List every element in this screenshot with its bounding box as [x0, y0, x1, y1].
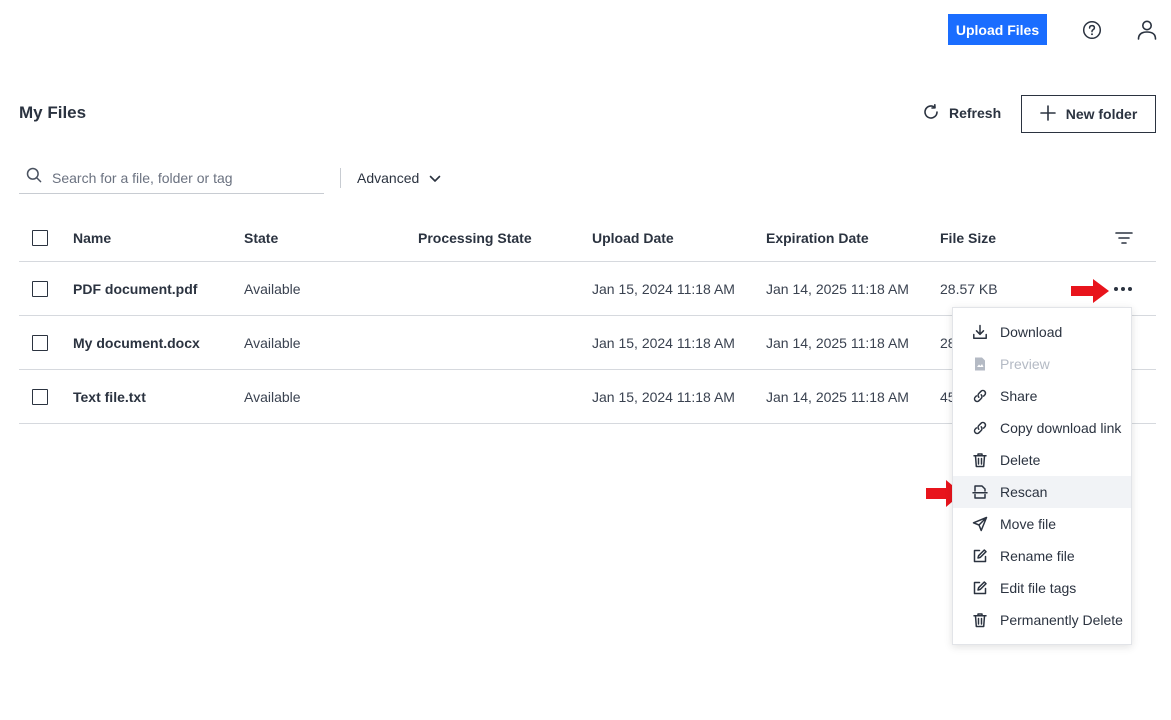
- trash-icon: [973, 453, 987, 468]
- upload-files-button[interactable]: Upload Files: [948, 14, 1047, 45]
- scan-icon: [972, 485, 988, 499]
- column-header-expiration-date[interactable]: Expiration Date: [766, 214, 869, 261]
- search-icon: [26, 167, 42, 188]
- column-header-name[interactable]: Name: [73, 214, 111, 261]
- menu-item-permanently-delete[interactable]: Permanently Delete: [953, 604, 1131, 636]
- menu-item-label: Edit file tags: [1000, 580, 1077, 596]
- user-icon[interactable]: [1136, 19, 1158, 41]
- row-checkbox[interactable]: [32, 334, 48, 351]
- plus-icon: [1039, 104, 1056, 124]
- menu-item-edit-file-tags[interactable]: Edit file tags: [953, 572, 1131, 604]
- file-state: Available: [244, 388, 301, 405]
- search-input[interactable]: [52, 169, 312, 186]
- edit-icon: [973, 581, 987, 595]
- file-name[interactable]: PDF document.pdf: [73, 262, 197, 315]
- send-icon: [972, 516, 988, 532]
- column-header-state[interactable]: State: [244, 214, 278, 261]
- table-header: Name State Processing State Upload Date …: [19, 214, 1156, 262]
- file-expiration-date: Jan 14, 2025 11:18 AM: [766, 388, 909, 405]
- file-preview-icon: [975, 357, 985, 371]
- column-header-upload-date[interactable]: Upload Date: [592, 214, 674, 261]
- menu-item-label: Preview: [1000, 356, 1050, 372]
- menu-item-delete[interactable]: Delete: [953, 444, 1131, 476]
- link-icon: [973, 389, 987, 403]
- file-upload-date: Jan 15, 2024 11:18 AM: [592, 280, 735, 297]
- menu-item-preview[interactable]: Preview: [953, 348, 1131, 380]
- file-expiration-date: Jan 14, 2025 11:18 AM: [766, 280, 909, 297]
- menu-item-label: Copy download link: [1000, 420, 1122, 436]
- page-title: My Files: [19, 103, 87, 122]
- file-state: Available: [244, 280, 301, 297]
- file-context-menu: Download Preview Share Copy download lin…: [952, 307, 1132, 645]
- menu-item-move-file[interactable]: Move file: [953, 508, 1131, 540]
- file-manager-page: Upload Files My Files Refresh New folder…: [0, 0, 1171, 720]
- refresh-label: Refresh: [949, 105, 1002, 121]
- file-state: Available: [244, 334, 301, 351]
- menu-item-download[interactable]: Download: [953, 316, 1131, 348]
- edit-icon: [973, 549, 987, 563]
- help-circle-icon[interactable]: [1082, 20, 1102, 40]
- new-folder-label: New folder: [1065, 106, 1138, 122]
- trash-icon: [973, 613, 987, 628]
- column-header-file-size[interactable]: File Size: [940, 214, 996, 261]
- menu-item-share[interactable]: Share: [953, 380, 1131, 412]
- file-name[interactable]: My document.docx: [73, 316, 200, 369]
- menu-item-label: Permanently Delete: [1000, 612, 1123, 628]
- menu-item-label: Download: [1000, 324, 1063, 340]
- chevron-down-icon: [429, 170, 441, 186]
- new-folder-button[interactable]: New folder: [1021, 95, 1156, 133]
- file-name[interactable]: Text file.txt: [73, 370, 146, 423]
- link-icon: [973, 421, 987, 435]
- advanced-search-toggle[interactable]: Advanced: [357, 167, 441, 189]
- select-all-checkbox[interactable]: [32, 229, 48, 246]
- row-checkbox[interactable]: [32, 388, 48, 405]
- refresh-icon: [922, 103, 940, 124]
- menu-item-copy-download-link[interactable]: Copy download link: [953, 412, 1131, 444]
- advanced-label: Advanced: [357, 170, 420, 186]
- menu-item-label: Share: [1000, 388, 1038, 404]
- refresh-button[interactable]: Refresh: [922, 100, 1001, 126]
- file-upload-date: Jan 15, 2024 11:18 AM: [592, 334, 735, 351]
- menu-item-label: Delete: [1000, 452, 1041, 468]
- annotation-arrow-icon: [1071, 279, 1109, 303]
- search-bar: [19, 162, 324, 194]
- file-expiration-date: Jan 14, 2025 11:18 AM: [766, 334, 909, 351]
- menu-item-rename-file[interactable]: Rename file: [953, 540, 1131, 572]
- file-upload-date: Jan 15, 2024 11:18 AM: [592, 388, 735, 405]
- search-divider: [340, 168, 341, 188]
- row-checkbox[interactable]: [32, 280, 48, 297]
- download-icon: [973, 324, 987, 339]
- menu-item-label: Move file: [1000, 516, 1057, 532]
- column-header-processing-state[interactable]: Processing State: [418, 214, 532, 261]
- filter-icon[interactable]: [1115, 214, 1133, 261]
- menu-item-rescan[interactable]: Rescan: [953, 476, 1131, 508]
- menu-item-label: Rescan: [1000, 484, 1048, 500]
- menu-item-label: Rename file: [1000, 548, 1075, 564]
